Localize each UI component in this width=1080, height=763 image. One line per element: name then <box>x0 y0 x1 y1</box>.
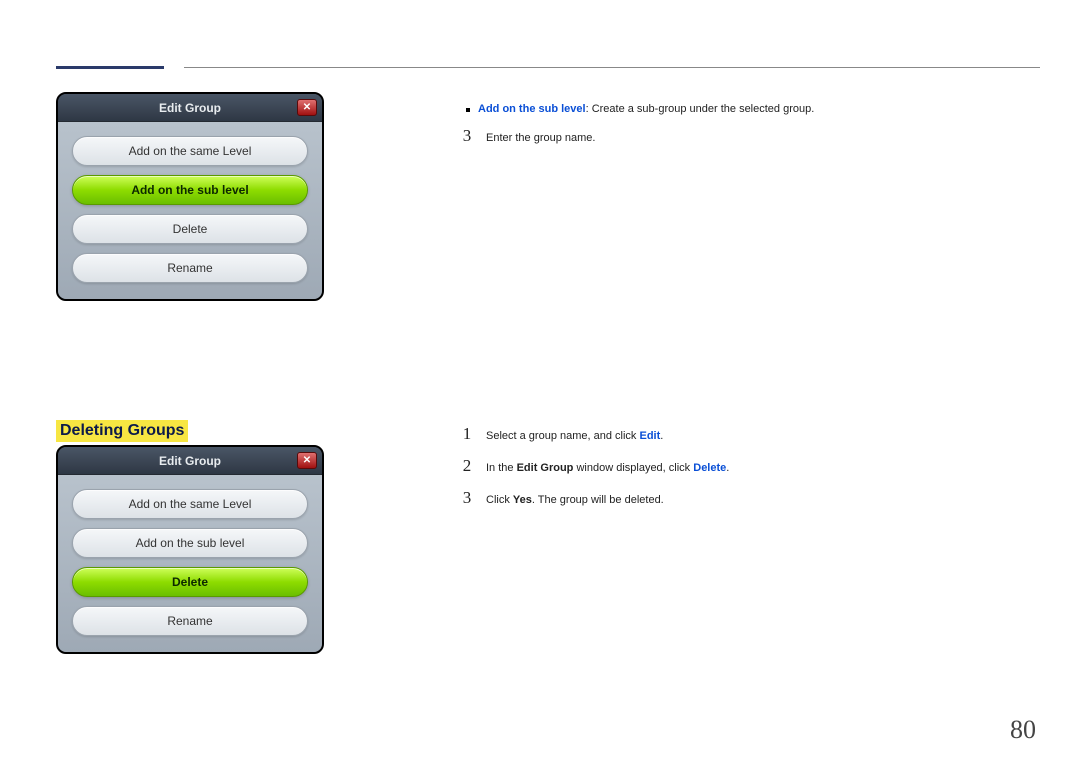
dialog-titlebar: Edit Group ✕ <box>58 94 322 122</box>
text-fragment: Select a group name, and click <box>486 430 639 442</box>
delete-button[interactable]: Delete <box>72 567 308 597</box>
text-fragment-delete: Delete <box>693 462 726 474</box>
dialog-body: Add on the same Level Add on the sub lev… <box>58 475 322 652</box>
close-icon[interactable]: ✕ <box>297 99 317 116</box>
text-fragment: window displayed, click <box>573 462 693 474</box>
header-accent-bar <box>56 66 164 69</box>
step-3-enter-name: 3 Enter the group name. <box>460 126 595 146</box>
bullet-icon <box>466 108 470 112</box>
dialog-title: Edit Group <box>159 454 221 468</box>
step-text: Enter the group name. <box>486 132 595 144</box>
bullet-add-sub-level: Add on the sub level: Create a sub-group… <box>466 103 814 115</box>
rename-button[interactable]: Rename <box>72 606 308 636</box>
text-fragment-edit: Edit <box>639 430 660 442</box>
bullet-term: Add on the sub level <box>478 103 586 115</box>
bullet-text: Add on the sub level: Create a sub-group… <box>478 103 814 115</box>
page-number: 80 <box>1010 715 1036 745</box>
text-fragment: Click <box>486 494 513 506</box>
delete-step-2: 2 In the Edit Group window displayed, cl… <box>460 456 729 476</box>
step-number: 2 <box>460 456 474 476</box>
step-number: 3 <box>460 488 474 508</box>
text-fragment-yes: Yes <box>513 494 532 506</box>
dialog-body: Add on the same Level Add on the sub lev… <box>58 122 322 299</box>
header-divider <box>184 67 1040 68</box>
step-text: Click Yes. The group will be deleted. <box>486 494 664 506</box>
text-fragment-edit-group: Edit Group <box>517 462 574 474</box>
dialog-title: Edit Group <box>159 101 221 115</box>
add-sub-level-button[interactable]: Add on the sub level <box>72 175 308 205</box>
edit-group-dialog-delete: Edit Group ✕ Add on the same Level Add o… <box>56 445 324 654</box>
add-same-level-button[interactable]: Add on the same Level <box>72 136 308 166</box>
section-heading-deleting-groups: Deleting Groups <box>56 420 188 442</box>
text-fragment: In the <box>486 462 517 474</box>
step-text: Select a group name, and click Edit. <box>486 430 663 442</box>
rename-button[interactable]: Rename <box>72 253 308 283</box>
dialog-titlebar: Edit Group ✕ <box>58 447 322 475</box>
bullet-desc: : Create a sub-group under the selected … <box>586 103 815 115</box>
text-fragment: . <box>726 462 729 474</box>
step-number: 3 <box>460 126 474 146</box>
add-sub-level-button[interactable]: Add on the sub level <box>72 528 308 558</box>
delete-step-1: 1 Select a group name, and click Edit. <box>460 424 663 444</box>
text-fragment: . The group will be deleted. <box>532 494 664 506</box>
step-number: 1 <box>460 424 474 444</box>
step-text: In the Edit Group window displayed, clic… <box>486 462 729 474</box>
add-same-level-button[interactable]: Add on the same Level <box>72 489 308 519</box>
edit-group-dialog-add-sub: Edit Group ✕ Add on the same Level Add o… <box>56 92 324 301</box>
delete-step-3: 3 Click Yes. The group will be deleted. <box>460 488 664 508</box>
text-fragment: . <box>660 430 663 442</box>
delete-button[interactable]: Delete <box>72 214 308 244</box>
close-icon[interactable]: ✕ <box>297 452 317 469</box>
